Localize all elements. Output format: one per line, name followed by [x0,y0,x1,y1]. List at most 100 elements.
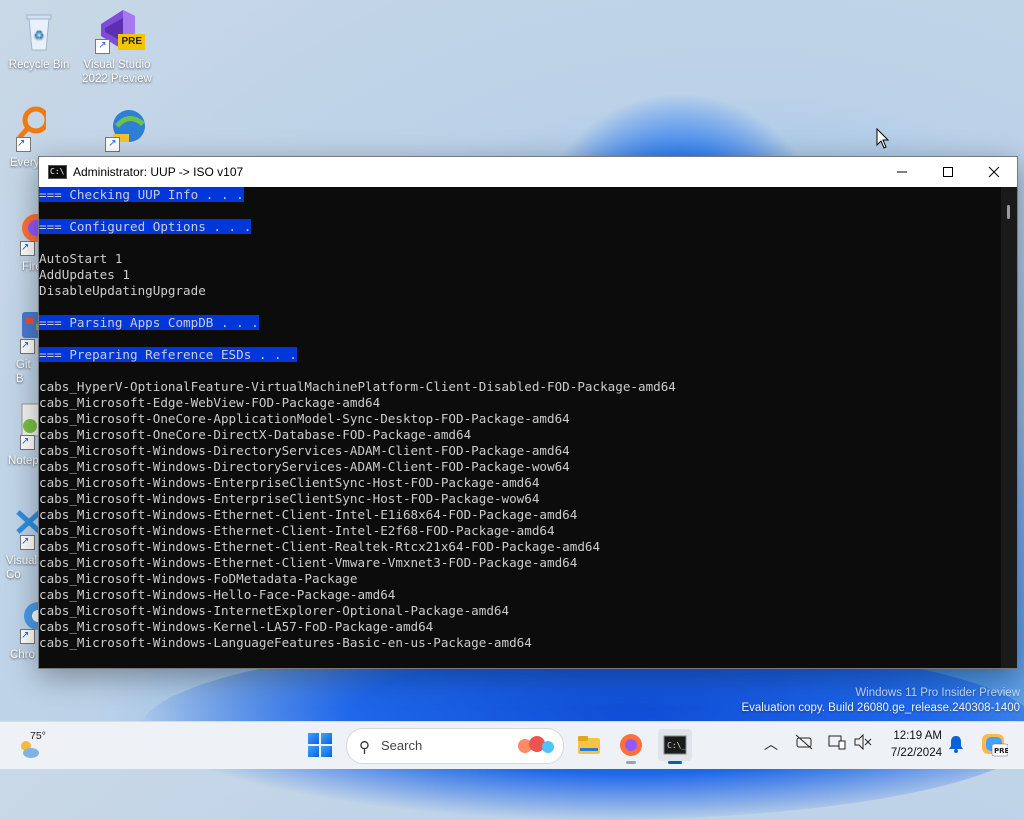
search-label: Search [381,738,423,753]
evaluation-watermark: Windows 11 Pro Insider Preview Evaluatio… [741,686,1020,716]
console-line: cabs_Microsoft-Windows-EnterpriseClientS… [39,491,1001,507]
volume-muted-icon[interactable] [854,734,872,750]
firefox-icon [620,734,642,756]
console-line-selected-text: === Checking UUP Info . . . [39,187,244,202]
display-icon[interactable] [828,734,846,750]
shortcut-arrow-icon: ↗ [95,39,110,54]
console-output[interactable]: === Checking UUP Info . . . === Configure… [39,187,1001,668]
shortcut-arrow-icon: ↗ [20,535,35,550]
console-line: cabs_Microsoft-Windows-EnterpriseClientS… [39,475,1001,491]
taskbar-file-explorer[interactable] [572,729,606,761]
desktop-icon-notepad-plus-plus[interactable]: ↗ Notep [2,402,40,468]
weather-widget[interactable]: 75° [14,728,54,764]
clock-time: 12:19 AM [893,730,942,742]
console-line: === Checking UUP Info . . . [39,187,1001,203]
console-line: cabs_Microsoft-Edge-WebView-FOD-Package-… [39,395,1001,411]
taskbar: 75° ⚲ Search C:\_ ︿ 12:19 AM 7/22/2024 P… [0,721,1024,769]
taskbar-search-box[interactable]: ⚲ Search [346,728,564,764]
console-window[interactable]: C:\ Administrator: UUP -> ISO v107 === C… [38,156,1018,669]
notepad-plus-plus-icon: ↗ [12,402,40,450]
console-line: cabs_Microsoft-Windows-DirectoryServices… [39,459,1001,475]
network-offline-icon[interactable] [795,734,813,750]
svg-text:C:\_: C:\_ [667,741,686,750]
close-button[interactable] [971,157,1017,187]
console-line: === Configured Options . . . [39,219,1001,235]
console-line-text: AutoStart 1 [39,251,123,266]
console-line-text: DisableUpdatingUpgrade [39,283,206,298]
desktop-icon-label: Notep [8,455,39,467]
taskbar-firefox[interactable] [614,729,648,764]
console-line: === Parsing Apps CompDB . . . [39,315,1001,331]
desktop-icon-chrome[interactable]: ↗ Chro [2,596,40,662]
taskbar-terminal[interactable]: C:\_ [658,729,692,764]
running-indicator [626,761,636,764]
console-line-selected-text: === Configured Options . . . [39,219,252,234]
console-line: cabs_Microsoft-Windows-Kernel-LA57-FoD-P… [39,619,1001,635]
console-line-selected-text: === Preparing Reference ESDs . . . [39,347,297,362]
console-line-text: cabs_Microsoft-Windows-EnterpriseClientS… [39,491,540,506]
console-scrollbar[interactable] [1001,187,1017,668]
preview-badge: PRE [118,34,145,50]
scrollbar-thumb[interactable] [1007,205,1010,219]
console-line-text: cabs_Microsoft-Windows-FoDMetadata-Packa… [39,571,358,586]
windows-logo-icon [308,733,319,744]
console-line: cabs_Microsoft-Windows-Ethernet-Client-R… [39,539,1001,555]
search-highlight-icon [518,736,554,753]
console-line-text: cabs_Microsoft-Windows-Kernel-LA57-FoD-P… [39,619,434,634]
console-line: === Preparing Reference ESDs . . . [39,347,1001,363]
console-line: DisableUpdatingUpgrade [39,283,1001,299]
console-line: cabs_Microsoft-Windows-InternetExplorer-… [39,603,1001,619]
console-line-text: cabs_Microsoft-Windows-Ethernet-Client-R… [39,539,601,554]
window-title: Administrator: UUP -> ISO v107 [73,165,244,179]
console-line-text: cabs_Microsoft-OneCore-ApplicationModel-… [39,411,570,426]
console-line-text: cabs_Microsoft-Windows-DirectoryServices… [39,443,570,458]
search-icon: ⚲ [359,739,370,756]
desktop-icon-label: Git B [16,359,31,385]
window-titlebar[interactable]: C:\ Administrator: UUP -> ISO v107 [39,157,1017,187]
console-line-text: AddUpdates 1 [39,267,130,282]
console-line-text: cabs_HyperV-OptionalFeature-VirtualMachi… [39,379,676,394]
active-indicator [668,761,682,764]
shortcut-arrow-icon: ↗ [16,137,31,152]
console-line: AutoStart 1 [39,251,1001,267]
console-line-text: cabs_Microsoft-Windows-Ethernet-Client-I… [39,523,555,538]
notification-bell-icon[interactable] [948,735,964,753]
console-line-text: cabs_Microsoft-Edge-WebView-FOD-Package-… [39,395,381,410]
firefox-icon: ↗ [12,208,40,256]
vscode-icon: ↗ [12,502,40,550]
shortcut-arrow-icon: ↗ [20,241,35,256]
desktop-icon-label: Chro [10,649,35,661]
terminal-icon: C:\_ [663,735,687,755]
svg-text:♻: ♻ [34,28,45,42]
desktop-icon-visual-studio-code[interactable]: ↗ Visual Co [2,502,40,582]
console-line-selected-text: === Parsing Apps CompDB . . . [39,315,259,330]
copilot-icon[interactable]: PRE [980,732,1008,758]
chevron-up-icon[interactable]: ︿ [764,734,778,754]
desktop-icon-git-bash[interactable]: ↗ Git B [2,306,40,386]
console-line: cabs_Microsoft-Windows-LanguageFeatures-… [39,635,1001,651]
console-line: cabs_Microsoft-Windows-Ethernet-Client-I… [39,523,1001,539]
system-clock[interactable]: 12:19 AM 7/22/2024 [878,728,942,762]
watermark-build: Evaluation copy. Build 26080.ge_release.… [741,702,1020,714]
start-button[interactable] [308,733,332,757]
desktop-icon-download-manager[interactable]: ↗ [90,104,164,156]
console-line: cabs_Microsoft-Windows-Hello-Face-Packag… [39,587,1001,603]
weather-temperature: 75° [30,730,46,742]
console-line: cabs_Microsoft-Windows-DirectoryServices… [39,443,1001,459]
console-line: cabs_Microsoft-Windows-FoDMetadata-Packa… [39,571,1001,587]
desktop-icon-firefox[interactable]: ↗ Fire [2,208,40,274]
console-line-text: cabs_Microsoft-OneCore-DirectX-Database-… [39,427,472,442]
mouse-cursor-icon [876,128,890,149]
minimize-button[interactable] [879,157,925,187]
desktop-icon-label: Fire [22,261,40,273]
desktop-icon-visual-studio-preview[interactable]: PRE ↗ Visual Studio 2022 Preview [80,6,154,86]
console-line: cabs_HyperV-OptionalFeature-VirtualMachi… [39,379,1001,395]
desktop-icon-recycle-bin[interactable]: ♻ Recycle Bin [2,6,76,72]
console-line-text: cabs_Microsoft-Windows-Ethernet-Client-V… [39,555,578,570]
watermark-edition: Windows 11 Pro Insider Preview [855,687,1020,699]
maximize-button[interactable] [925,157,971,187]
shortcut-arrow-icon: ↗ [20,435,35,450]
